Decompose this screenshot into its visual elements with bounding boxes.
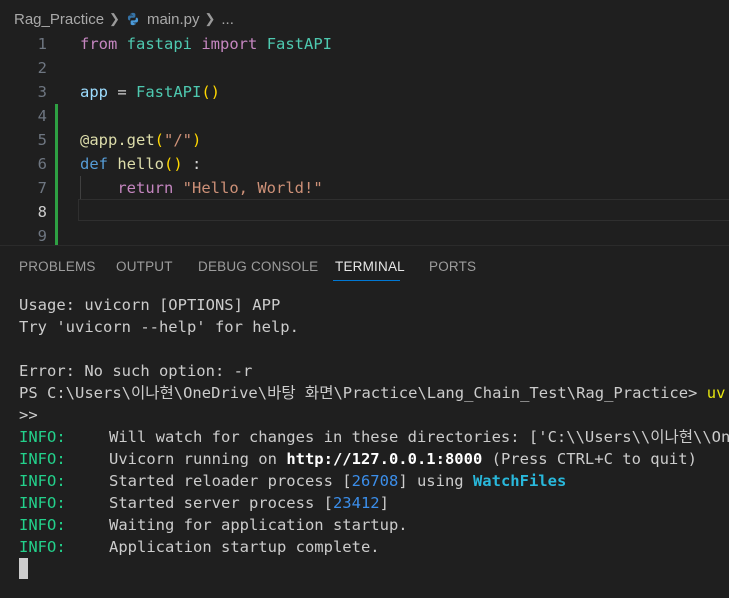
line-number: 4 (37, 107, 47, 125)
terminal-line: Started server process [23412] (109, 492, 389, 514)
decorator: @app.get (80, 131, 155, 149)
string-literal: "Hello, World!" (182, 179, 323, 197)
prompt-path: PS C:\Users\이나현\OneDrive\바탕 화면\Practice\… (19, 384, 707, 402)
string-literal: "/" (164, 131, 192, 149)
terminal-output[interactable]: Usage: uvicorn [OPTIONS] APP Try 'uvicor… (0, 290, 729, 598)
text: Started reloader process [ (109, 472, 352, 490)
keyword: return (117, 179, 174, 197)
code-line: 2 (0, 56, 729, 80)
process-id: 23412 (332, 494, 380, 512)
watchfiles-label: WatchFiles (472, 472, 567, 490)
active-tab-indicator (333, 280, 400, 281)
tab-problems[interactable]: PROBLEMS (19, 259, 96, 274)
line-number: 8 (37, 203, 47, 221)
chevron-right-icon: ❯ (109, 11, 120, 26)
line-number: 6 (37, 155, 47, 173)
terminal-line: Uvicorn running on http://127.0.0.1:8000… (109, 448, 697, 470)
terminal-line: Try 'uvicorn --help' for help. (19, 318, 299, 336)
terminal-line: Waiting for application startup. (109, 516, 408, 534)
colon: : (182, 155, 202, 173)
keyword: from (80, 35, 118, 53)
terminal-prompt: PS C:\Users\이나현\OneDrive\바탕 화면\Practice\… (19, 382, 725, 404)
terminal-line: Application startup complete. (109, 538, 380, 556)
terminal-line: Usage: uvicorn [OPTIONS] APP (19, 296, 281, 314)
text: (Press CTRL+C to quit) (482, 450, 697, 468)
parenthesis: ) (192, 131, 202, 149)
function-name: hello (117, 155, 165, 173)
terminal-line: Will watch for changes in these director… (109, 428, 729, 446)
parentheses: () (164, 155, 183, 173)
class-name: FastAPI (136, 83, 202, 101)
terminal-line: Started reloader process [26708] using W… (109, 470, 566, 492)
line-number: 3 (37, 83, 47, 101)
tab-debug-console[interactable]: DEBUG CONSOLE (198, 259, 318, 274)
class-name: FastAPI (266, 35, 333, 53)
process-id: 26708 (351, 472, 399, 490)
info-label: INFO: (19, 450, 66, 468)
info-label: INFO: (19, 428, 66, 446)
operator: = (108, 83, 136, 101)
parentheses: () (201, 83, 220, 101)
tab-output[interactable]: OUTPUT (116, 259, 173, 274)
code-editor[interactable]: 1 from fastapi import FastAPI 2 3 app = … (0, 31, 729, 245)
code-line: 6 def hello() : (0, 152, 729, 176)
info-label: INFO: (19, 472, 66, 490)
code-line: 1 from fastapi import FastAPI (0, 32, 729, 56)
code-line: 4 (0, 104, 729, 128)
text: ] using (398, 472, 473, 490)
text: Uvicorn running on (109, 450, 287, 468)
text: Started server process [ (109, 494, 333, 512)
info-label: INFO: (19, 494, 66, 512)
keyword: import (201, 35, 258, 53)
info-label: INFO: (19, 516, 66, 534)
panel-tabs: PROBLEMS OUTPUT DEBUG CONSOLE TERMINAL P… (0, 246, 729, 288)
parenthesis: ( (154, 131, 164, 149)
code-line: 3 app = FastAPI() (0, 80, 729, 104)
code-line: 5 @app.get("/") (0, 128, 729, 152)
python-file-icon (127, 12, 139, 26)
code-line: 8 (0, 200, 729, 224)
terminal-cursor (19, 558, 28, 579)
breadcrumb-folder[interactable]: Rag_Practice (14, 11, 104, 28)
chevron-right-icon: ❯ (204, 11, 216, 26)
breadcrumb-file[interactable]: main.py (147, 11, 200, 28)
text: ] (379, 494, 389, 512)
breadcrumb-ellipsis[interactable]: ... (221, 11, 234, 28)
line-number: 7 (37, 179, 47, 197)
prompt-command: uv (706, 384, 726, 402)
terminal-line: Error: No such option: -r (19, 362, 253, 380)
keyword: def (80, 155, 108, 173)
info-label: INFO: (19, 538, 66, 556)
server-url-link[interactable]: http://127.0.0.1:8000 (286, 450, 482, 468)
line-number: 1 (37, 35, 47, 53)
tab-terminal[interactable]: TERMINAL (335, 259, 405, 274)
module-name: fastapi (126, 35, 192, 53)
tab-ports[interactable]: PORTS (429, 259, 476, 274)
line-number: 2 (37, 59, 47, 77)
line-number: 5 (37, 131, 47, 149)
code-line: 7 return "Hello, World!" (0, 176, 729, 200)
variable: app (80, 83, 108, 101)
prompt-continuation: >> (19, 406, 38, 424)
